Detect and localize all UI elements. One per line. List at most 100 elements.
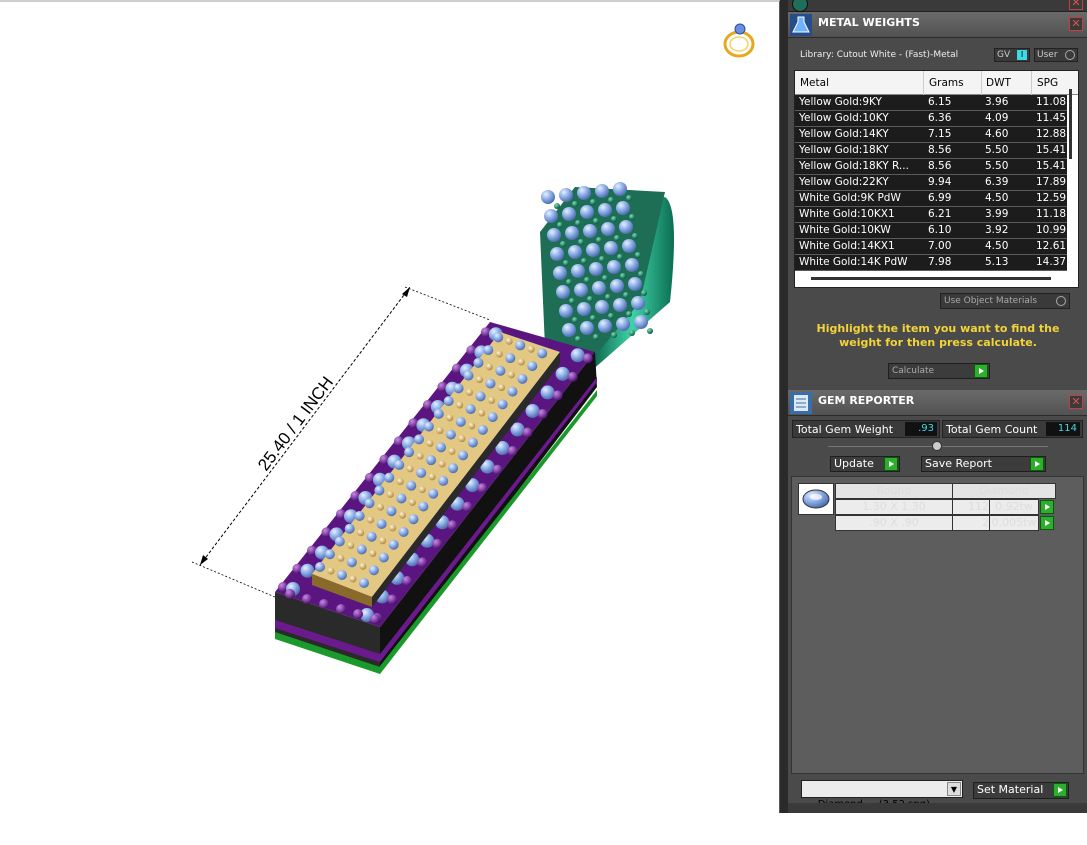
metal-cell-metal: Yellow Gold:14KY <box>799 128 889 140</box>
metal-cell-spg: 11.08 <box>1036 96 1067 108</box>
bail-green-gem <box>572 317 578 323</box>
gold-plate-gem <box>453 383 464 394</box>
bail-green-gem <box>623 292 629 298</box>
purple-gem <box>432 538 443 549</box>
bail-green-gem <box>575 220 581 226</box>
metal-row[interactable]: Yellow Gold:10KY 6.36 4.09 11.45 <box>795 111 1067 127</box>
gem-count-cell: 112 <box>952 499 990 515</box>
col-metal[interactable]: Metal <box>800 77 829 89</box>
update-button[interactable]: Update <box>830 456 900 472</box>
metal-cell-metal: Yellow Gold:22KY <box>799 176 889 188</box>
metal-row[interactable]: White Gold:14K PdW 7.98 5.13 14.37 <box>795 255 1067 271</box>
metal-row[interactable]: Yellow Gold:22KY 9.94 6.39 17.89 <box>795 175 1067 191</box>
bail-blue-gem <box>598 319 612 333</box>
metal-row[interactable]: Yellow Gold:18KY 8.56 5.50 15.41 <box>795 143 1067 159</box>
gold-plate-gem <box>455 416 466 427</box>
gold-plate-gem <box>386 506 397 517</box>
gem-row-play-icon[interactable] <box>1040 516 1054 530</box>
bail-blue-gem <box>559 188 573 202</box>
metal-cell-grams: 6.21 <box>928 208 952 220</box>
use-object-materials-toggle[interactable]: Use Object Materials <box>940 293 1070 309</box>
3d-viewport[interactable]: 25.40 / 1 INCH <box>0 0 780 813</box>
gem-row-play-icon[interactable] <box>1040 500 1054 514</box>
metal-cell-spg: 12.61 <box>1036 240 1067 252</box>
metal-cell-dwt: 4.09 <box>985 112 1009 124</box>
purple-gem <box>319 599 329 609</box>
metal-cell-metal: Yellow Gold:18KY R... <box>799 160 909 172</box>
metal-cell-spg: 10.99 <box>1036 224 1067 236</box>
gold-plate-gem <box>346 557 357 568</box>
ring-view-icon[interactable] <box>723 23 755 58</box>
purple-gem <box>447 520 458 531</box>
gold-plate-gem <box>378 552 389 563</box>
bail-blue-gem <box>631 296 645 310</box>
gold-plate-gem <box>386 490 394 498</box>
vertical-scrollbar[interactable] <box>1069 89 1072 159</box>
metal-cell-grams: 7.98 <box>928 256 952 268</box>
calculate-button[interactable]: Calculate <box>888 363 990 379</box>
bail-blue-gem <box>607 260 621 274</box>
close-gem-reporter-icon[interactable]: ✕ <box>1069 395 1083 409</box>
col-grams[interactable]: Grams <box>929 77 964 89</box>
gold-plate-gem <box>493 332 504 343</box>
bail-green-gem <box>575 336 581 342</box>
gold-plate-gem <box>366 531 377 542</box>
col-dwt[interactable]: DWT <box>986 77 1011 89</box>
metal-cell-grams: 6.10 <box>928 224 952 236</box>
gold-plate-gem <box>389 524 397 532</box>
metal-row[interactable]: White Gold:14KX1 7.00 4.50 12.61 <box>795 239 1067 255</box>
save-report-button[interactable]: Save Report <box>921 456 1046 472</box>
gold-plate-gem <box>517 373 528 384</box>
metal-cell-dwt: 5.50 <box>985 144 1009 156</box>
gold-plate-gem <box>394 459 405 470</box>
metal-row[interactable]: Yellow Gold:9KY 6.15 3.96 11.08 <box>795 95 1067 111</box>
gold-plate-gem <box>433 408 444 419</box>
horizontal-scrollbar[interactable] <box>811 277 1051 280</box>
user-toggle[interactable]: User <box>1034 48 1078 62</box>
gold-plate-gem <box>396 478 404 486</box>
material-select[interactable]: Diamond (3.52 spg) ▼ <box>801 780 963 810</box>
gem-slider-handle[interactable] <box>932 441 942 451</box>
gv-toggle[interactable]: GV I <box>994 48 1030 62</box>
bail-green-gem <box>593 218 599 224</box>
bail-blue-gem <box>586 243 600 257</box>
close-metal-weights-icon[interactable]: ✕ <box>1069 17 1083 31</box>
bail-blue-gem <box>598 203 612 217</box>
set-material-button[interactable]: Set Material <box>973 782 1069 799</box>
bail-blue-gem <box>565 226 579 240</box>
metal-table: Metal Grams DWT SPG Yellow Gold:9KY 6.15 3… <box>794 70 1079 288</box>
metal-row[interactable]: White Gold:10KX1 6.21 3.99 11.18 <box>795 207 1067 223</box>
metal-row[interactable]: White Gold:9K PdW 6.99 4.50 12.59 <box>795 191 1067 207</box>
panel-splitter[interactable] <box>780 0 788 813</box>
bail-blue-gem <box>619 220 633 234</box>
gold-plate-gem <box>515 340 526 351</box>
bail-green-gem <box>620 273 626 279</box>
metal-cell-grams: 6.99 <box>928 192 952 204</box>
purple-gem <box>552 390 563 401</box>
gold-plate-gem <box>399 511 406 519</box>
chevron-down-icon: ▼ <box>947 782 961 796</box>
bail-green-gem <box>563 260 569 266</box>
bail-blue-gem <box>577 302 591 316</box>
metal-weights-title: METAL WEIGHTS <box>818 16 920 29</box>
metal-cell-grams: 8.56 <box>928 144 952 156</box>
metal-row[interactable]: White Gold:10KW 6.10 3.92 10.99 <box>795 223 1067 239</box>
purple-gem <box>567 371 578 382</box>
bail-green-gem <box>581 258 587 264</box>
gold-plate-gem <box>507 371 515 379</box>
gold-plate-gem <box>485 378 496 389</box>
round-gem-icon[interactable] <box>798 483 834 515</box>
close-icon[interactable]: ✕ <box>1069 0 1083 10</box>
metal-row[interactable]: Yellow Gold:14KY 7.15 4.60 12.88 <box>795 127 1067 143</box>
metal-cell-dwt: 4.60 <box>985 128 1009 140</box>
gold-plate-gem <box>344 523 355 534</box>
metal-row[interactable]: Yellow Gold:18KY R... 8.56 5.50 15.41 <box>795 159 1067 175</box>
bail-green-gem <box>554 203 560 209</box>
col-spg[interactable]: SPG <box>1037 77 1058 89</box>
gem-size-cell: 1.30 X 1.30 <box>835 499 953 515</box>
gold-plate-gem <box>458 435 466 443</box>
play-icon <box>1053 783 1067 797</box>
bail-blue-gem <box>625 258 639 272</box>
gold-plate-gem <box>416 467 427 478</box>
gold-plate-gem <box>485 363 493 371</box>
